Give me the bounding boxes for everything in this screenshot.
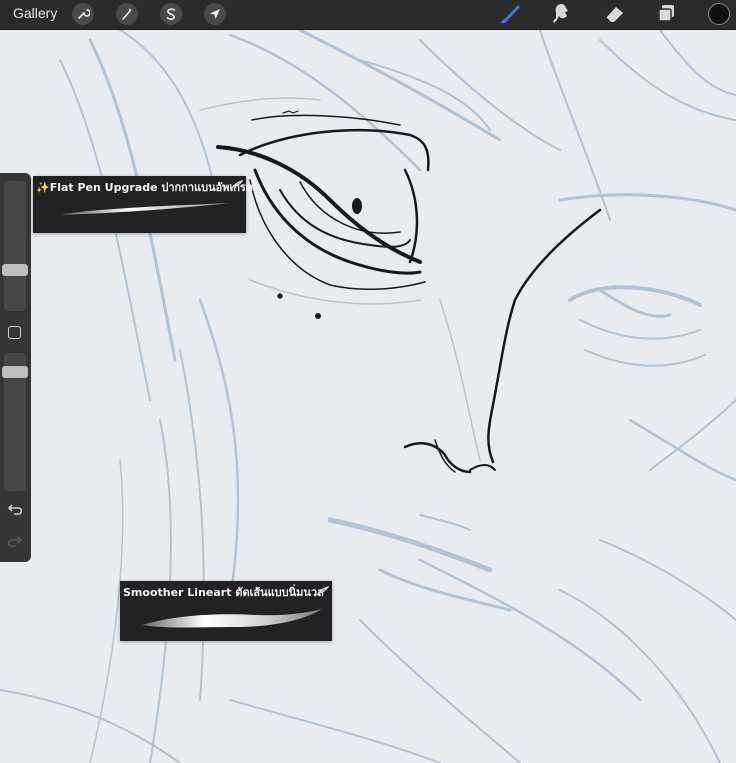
- undo-icon[interactable]: [6, 503, 24, 519]
- mole-dot: [315, 313, 321, 319]
- eye-pupil: [352, 198, 362, 214]
- arrow-cursor-icon: [210, 9, 220, 19]
- brush-stroke-preview: [142, 609, 322, 628]
- brush-size-slider[interactable]: [4, 181, 26, 311]
- magic-wand-icon: [122, 8, 132, 20]
- adjustments-button[interactable]: [116, 3, 138, 25]
- smudge-icon[interactable]: [549, 2, 575, 26]
- transform-button[interactable]: [204, 3, 226, 25]
- brush-name: ✨Flat Pen Upgrade ปากกาแบนอัพเกรด: [36, 181, 253, 194]
- top-toolbar: Gallery: [0, 0, 736, 30]
- redo-icon[interactable]: [6, 535, 24, 551]
- color-picker-button[interactable]: [708, 3, 730, 25]
- brush-name: Smoother Lineart ตัดเส้นแบบนิ่มนวล: [123, 586, 324, 599]
- brush-card[interactable]: Smoother Lineart ตัดเส้นแบบนิ่มนวล: [120, 581, 332, 641]
- actions-button[interactable]: [72, 3, 94, 25]
- drawing-canvas[interactable]: [0, 0, 736, 763]
- selection-s-icon: [166, 8, 176, 20]
- selection-button[interactable]: [160, 3, 182, 25]
- layers-icon[interactable]: [653, 2, 679, 26]
- quill-icon: [316, 586, 329, 596]
- eraser-icon[interactable]: [601, 2, 627, 26]
- brush-icon[interactable]: [497, 2, 523, 26]
- gallery-button[interactable]: Gallery: [13, 5, 57, 21]
- opacity-handle[interactable]: [2, 365, 28, 378]
- quill-icon: [230, 180, 243, 190]
- brush-stroke-preview: [63, 203, 230, 215]
- brush-size-handle[interactable]: [2, 263, 28, 276]
- mole-dot: [277, 293, 283, 299]
- left-sidebar: [0, 173, 31, 562]
- brush-card[interactable]: ✨Flat Pen Upgrade ปากกาแบนอัพเกรด: [33, 176, 253, 233]
- wrench-icon: [78, 9, 90, 19]
- square-icon[interactable]: [8, 326, 21, 339]
